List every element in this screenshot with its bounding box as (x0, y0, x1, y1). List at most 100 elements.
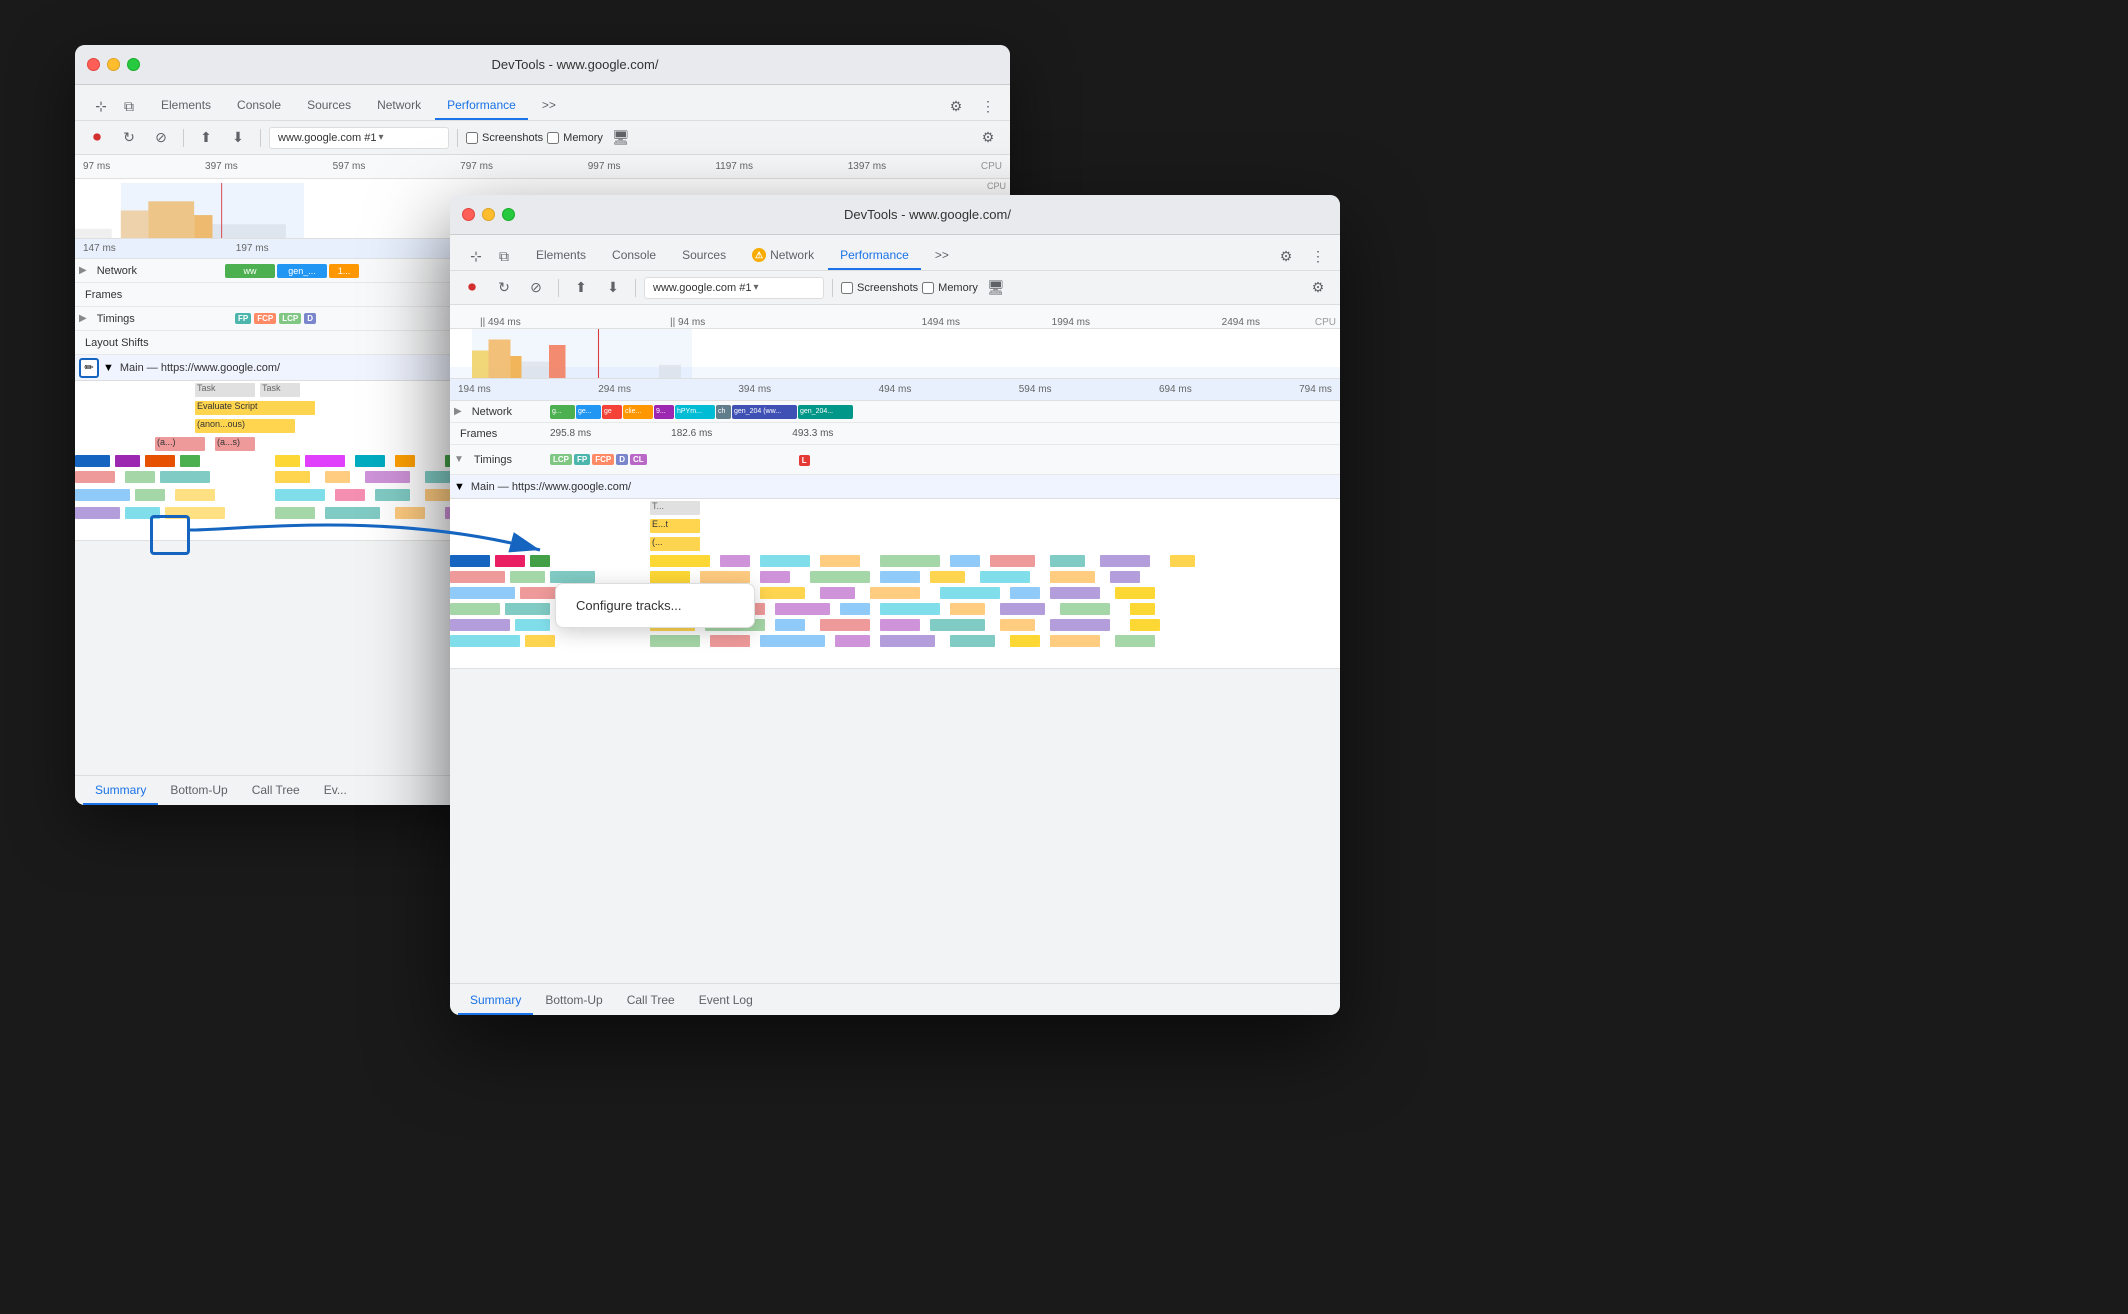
edit-icon-wrapper-back: ✏ (79, 358, 99, 378)
minimize-button-back[interactable] (107, 58, 120, 71)
configure-tracks-item[interactable]: Configure tracks... (556, 590, 754, 621)
minimize-button-front[interactable] (482, 208, 495, 221)
layout-shifts-label-back: Layout Shifts (79, 337, 149, 349)
edit-tracks-btn-back[interactable]: ✏ (79, 358, 99, 378)
timings-section-front: ▼ Timings LCP FP FCP D CL L (450, 445, 1340, 475)
timing-badges-front: LCP FP FCP D CL L (550, 454, 810, 466)
network-label-front: Network (466, 406, 512, 418)
memory-check-front[interactable]: Memory (922, 282, 978, 294)
bottom-tab-bottomup-front[interactable]: Bottom-Up (533, 987, 614, 1015)
reload-btn-front[interactable]: ↻ (490, 274, 518, 302)
expand-network-front: ▶ (454, 406, 462, 417)
bottom-tab-calltree-back[interactable]: Call Tree (240, 777, 312, 805)
device-icon-front[interactable]: ⧉ (490, 242, 518, 270)
bottom-tab-bottomup-back[interactable]: Bottom-Up (158, 777, 239, 805)
sep2-front (635, 279, 636, 297)
bottom-tab-calltree-front[interactable]: Call Tree (615, 987, 687, 1015)
ruler-labels-back: 97 ms 397 ms 597 ms 797 ms 997 ms 1197 m… (83, 161, 1002, 172)
download-btn-back[interactable]: ⬇ (224, 124, 252, 152)
close-button-back[interactable] (87, 58, 100, 71)
device-icon-back[interactable]: ⧉ (115, 92, 143, 120)
sep3-back (457, 129, 458, 147)
frames-label-back: Frames (79, 289, 122, 301)
settings-icon-back[interactable]: ⚙ (942, 92, 970, 120)
maximize-button-front[interactable] (502, 208, 515, 221)
tab-performance-front[interactable]: Performance (828, 242, 921, 270)
devtools-window-front: DevTools - www.google.com/ ⊹ ⧉ Elements … (450, 195, 1340, 1015)
devtools-icons-back: ⊹ ⧉ (83, 92, 147, 120)
clear-btn-back[interactable]: ⊘ (147, 124, 175, 152)
url-selector-back[interactable]: www.google.com #1 ▾ (269, 127, 449, 149)
cpu-label-back: CPU (987, 181, 1006, 191)
download-btn-front[interactable]: ⬇ (599, 274, 627, 302)
settings-btn-front[interactable]: ⚙ (1304, 274, 1332, 302)
upload-btn-front[interactable]: ⬆ (567, 274, 595, 302)
tab-console-back[interactable]: Console (225, 92, 293, 120)
tab-sources-front[interactable]: Sources (670, 242, 738, 270)
tab-sources-back[interactable]: Sources (295, 92, 363, 120)
ruler-back: 97 ms 397 ms 597 ms 797 ms 997 ms 1197 m… (75, 155, 1010, 179)
tab-more-front[interactable]: >> (923, 242, 961, 270)
sep2-back (260, 129, 261, 147)
bottom-tab-summary-front[interactable]: Summary (458, 987, 533, 1015)
bottom-tab-eventlog-front[interactable]: Event Log (687, 987, 765, 1015)
record-btn-back[interactable]: ⏺ (83, 124, 111, 152)
reload-btn-back[interactable]: ↻ (115, 124, 143, 152)
screenshots-check-back[interactable]: Screenshots (466, 132, 543, 144)
configure-tracks-menu: Configure tracks... (555, 583, 755, 628)
maximize-button-back[interactable] (127, 58, 140, 71)
timing-badges-back: FP FCP LCP D (235, 313, 316, 324)
tab-settings-back: ⚙ ⋮ (942, 92, 1002, 120)
sep1-front (558, 279, 559, 297)
bottom-tabs-front: Summary Bottom-Up Call Tree Event Log (450, 983, 1340, 1015)
network-blocks-front: g... ge... ge clie... 9... hPYm... ch ge… (550, 405, 853, 419)
tab-elements-front[interactable]: Elements (524, 242, 598, 270)
expand-timings-back: ▶ (79, 313, 87, 324)
tab-more-back[interactable]: >> (530, 92, 568, 120)
bottom-tab-summary-back[interactable]: Summary (83, 777, 158, 805)
settings-btn-back[interactable]: ⚙ (974, 124, 1002, 152)
record-btn-front[interactable]: ⏺ (458, 274, 486, 302)
devtools-icons-front: ⊹ ⧉ (458, 242, 522, 270)
cpu-chart-front: NET (450, 329, 1340, 379)
annotation-arrow-svg (140, 430, 560, 630)
network-section-front: ▶ Network g... ge... ge clie... 9... hPY… (450, 401, 1340, 423)
expand-network-back: ▶ (79, 265, 87, 276)
frames-section-front: Frames 295.8 ms 182.6 ms 493.3 ms (450, 423, 1340, 445)
more-icon-back[interactable]: ⋮ (974, 92, 1002, 120)
tab-bar-front: ⊹ ⧉ Elements Console Sources ⚠ Network P… (450, 235, 1340, 271)
expand-main-back: ▼ (103, 362, 114, 374)
url-selector-front[interactable]: www.google.com #1 ▾ (644, 277, 824, 299)
window-title-back: DevTools - www.google.com/ (152, 57, 998, 72)
ruler2-labels-front: 194 ms 294 ms 394 ms 494 ms 594 ms 694 m… (458, 384, 1332, 395)
timings-label-back: Timings (91, 313, 135, 325)
clear-btn-front[interactable]: ⊘ (522, 274, 550, 302)
sep1-back (183, 129, 184, 147)
url-chevron-back[interactable]: ▾ (378, 132, 383, 143)
inspect-icon-back[interactable]: ⊹ (87, 92, 115, 120)
settings-icon-front[interactable]: ⚙ (1272, 242, 1300, 270)
ruler2-front: 194 ms 294 ms 394 ms 494 ms 594 ms 694 m… (450, 379, 1340, 401)
inspect-icon-front[interactable]: ⊹ (462, 242, 490, 270)
window-title-front: DevTools - www.google.com/ (527, 207, 1328, 222)
upload-btn-back[interactable]: ⬆ (192, 124, 220, 152)
url-chevron-front[interactable]: ▾ (753, 282, 758, 293)
screenshots-check-front[interactable]: Screenshots (841, 282, 918, 294)
tab-console-front[interactable]: Console (600, 242, 668, 270)
main-section-front: ▼ Main — https://www.google.com/ (450, 475, 1340, 499)
network-blocks-back: ww gen_... 1... (225, 264, 359, 278)
capture-icon-front[interactable]: 🖥 (982, 274, 1010, 302)
close-button-front[interactable] (462, 208, 475, 221)
bottom-tab-eventlog-back[interactable]: Ev... (312, 777, 359, 805)
tab-network-front[interactable]: ⚠ Network (740, 242, 826, 270)
titlebar-back: DevTools - www.google.com/ (75, 45, 1010, 85)
more-icon-front[interactable]: ⋮ (1304, 242, 1332, 270)
main-label-back: Main — https://www.google.com/ (114, 362, 280, 374)
ruler-front: || 494 ms || 94 ms 1494 ms 1994 ms 2494 … (450, 305, 1340, 329)
tab-bar-back: ⊹ ⧉ Elements Console Sources Network Per… (75, 85, 1010, 121)
tab-elements-back[interactable]: Elements (149, 92, 223, 120)
tab-performance-back[interactable]: Performance (435, 92, 528, 120)
tab-network-back[interactable]: Network (365, 92, 433, 120)
capture-icon-back[interactable]: 🖥 (607, 124, 635, 152)
memory-check-back[interactable]: Memory (547, 132, 603, 144)
